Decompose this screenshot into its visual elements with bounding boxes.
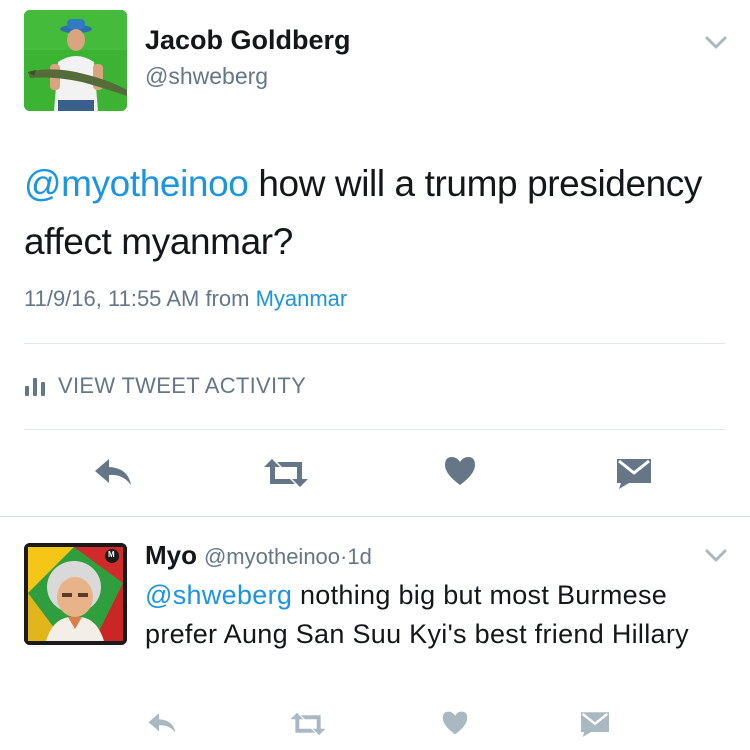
reply-reply-button[interactable] (146, 710, 178, 736)
like-icon (442, 711, 468, 735)
activity-label: VIEW TWEET ACTIVITY (58, 373, 307, 398)
reply-icon (95, 459, 131, 485)
reply-icon (148, 713, 176, 733)
tweet-separator (0, 516, 750, 517)
like-button[interactable] (442, 454, 478, 488)
reply-avatar[interactable]: M (24, 543, 127, 645)
from-label: from (205, 286, 250, 311)
reply-author-handle[interactable]: @myotheinoo (204, 544, 340, 569)
message-icon (581, 712, 609, 737)
tweet-meta: 11/9/16, 11:55 AM from Myanmar (24, 286, 347, 312)
divider (24, 429, 725, 430)
retweet-icon (290, 712, 326, 736)
main-tweet: Jacob Goldberg @shweberg @myotheinoo how… (0, 0, 750, 517)
chevron-down-icon[interactable] (705, 36, 727, 50)
reply-mention[interactable]: @shweberg (145, 580, 292, 610)
retweet-button[interactable] (262, 455, 310, 491)
direct-message-button[interactable] (614, 454, 654, 490)
tweet-text: @myotheinoo how will a trump presidency … (24, 155, 714, 271)
reply-author-name[interactable]: Myo (145, 540, 197, 570)
reply-button[interactable] (92, 455, 134, 489)
reply-header: Myo @myotheinoo·1d (145, 540, 372, 571)
like-icon (445, 457, 475, 485)
reply-time[interactable]: 1d (347, 544, 371, 569)
reply-text: @shweberg nothing big but most Burmese p… (145, 576, 735, 654)
tweet-timestamp: 11/9/16, 11:55 AM (24, 286, 200, 311)
message-icon (617, 459, 651, 489)
view-tweet-activity-link[interactable]: VIEW TWEET ACTIVITY (24, 371, 306, 401)
author-name[interactable]: Jacob Goldberg (145, 25, 351, 56)
author-handle[interactable]: @shweberg (145, 63, 268, 90)
reply-like-button[interactable] (440, 709, 470, 737)
reply-retweet-button[interactable] (288, 710, 328, 738)
chevron-down-icon[interactable] (705, 549, 727, 563)
bar-chart-icon (25, 378, 45, 396)
tweet-mention[interactable]: @myotheinoo (24, 163, 249, 204)
reply-message-button[interactable] (578, 708, 612, 738)
divider (24, 343, 725, 344)
retweet-icon (264, 459, 308, 487)
location-link[interactable]: Myanmar (256, 286, 348, 311)
author-avatar[interactable] (24, 10, 127, 111)
avatar-badge: M (108, 550, 115, 559)
